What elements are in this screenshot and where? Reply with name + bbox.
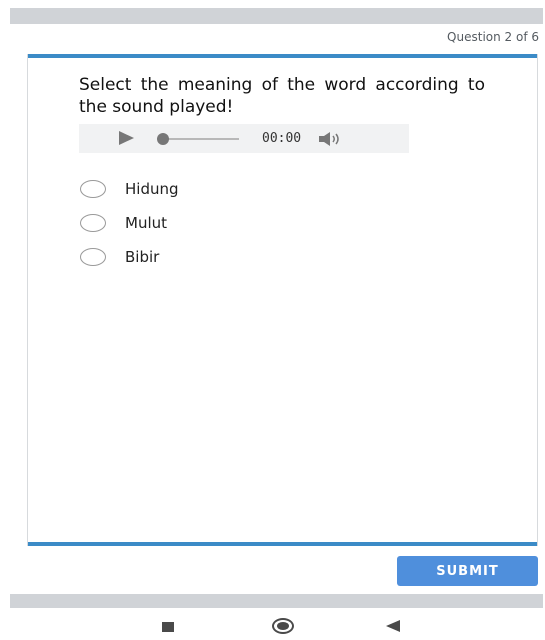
card-top-accent-bar [28, 54, 537, 58]
top-status-bar [10, 8, 543, 24]
audio-seek-slider[interactable] [157, 133, 239, 145]
answer-options-list: Hidung Mulut Bibir [80, 172, 179, 274]
radio-button[interactable] [80, 180, 106, 198]
question-card: Select the meaning of the word according… [27, 54, 538, 546]
answer-option-label: Hidung [125, 180, 179, 198]
play-icon[interactable] [119, 131, 134, 145]
answer-option-label: Mulut [125, 214, 168, 232]
card-bottom-accent-bar [28, 542, 537, 546]
answer-option-1[interactable]: Hidung [80, 172, 179, 206]
circle-icon[interactable] [272, 618, 294, 634]
radio-button[interactable] [80, 248, 106, 266]
submit-button[interactable]: SUBMIT [397, 556, 538, 586]
square-icon[interactable] [162, 622, 174, 632]
question-prompt: Select the meaning of the word according… [79, 75, 485, 117]
audio-time-display: 00:00 [262, 131, 302, 146]
triangle-back-icon[interactable] [386, 620, 400, 632]
bottom-bar [10, 594, 543, 608]
audio-player: 00:00 [79, 124, 409, 153]
radio-button[interactable] [80, 214, 106, 232]
answer-option-label: Bibir [125, 248, 160, 266]
volume-icon[interactable] [318, 131, 346, 147]
seek-thumb[interactable] [157, 133, 169, 145]
question-counter: Question 2 of 6 [447, 30, 539, 44]
answer-option-2[interactable]: Mulut [80, 206, 179, 240]
answer-option-3[interactable]: Bibir [80, 240, 179, 274]
